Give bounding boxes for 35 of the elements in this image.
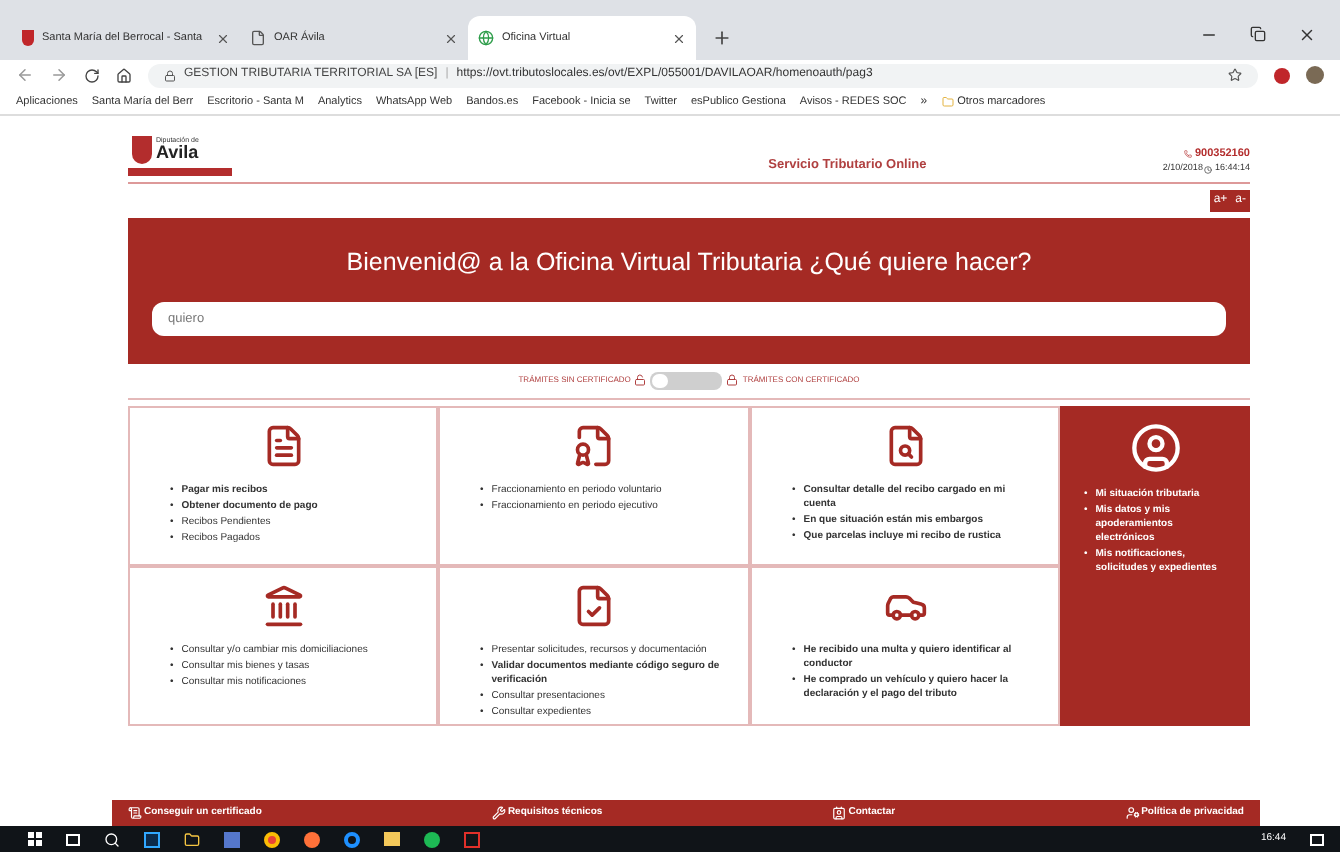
phone-icon bbox=[1184, 150, 1193, 159]
certificate-toggle[interactable] bbox=[650, 371, 723, 390]
banner-heading: Bienvenid@ a la Oficina Virtual Tributaria ¿Qué quiere hacer? bbox=[346, 246, 1032, 280]
footer-icon bbox=[1125, 806, 1140, 820]
reload-icon[interactable] bbox=[84, 67, 100, 83]
new-tab-icon[interactable] bbox=[712, 28, 732, 48]
star-icon[interactable] bbox=[1228, 68, 1242, 82]
extension-icon[interactable] bbox=[1274, 67, 1290, 83]
close-icon[interactable] bbox=[1298, 26, 1316, 44]
home-icon[interactable] bbox=[116, 67, 132, 83]
lock-icon bbox=[164, 69, 176, 81]
lock-icon bbox=[726, 374, 739, 387]
clock-icon bbox=[1204, 165, 1213, 174]
restore-icon[interactable] bbox=[1250, 26, 1266, 42]
footer-icon bbox=[128, 806, 142, 820]
search-icon[interactable] bbox=[104, 831, 120, 847]
windows-icon[interactable] bbox=[28, 832, 42, 846]
task-view-icon[interactable] bbox=[66, 833, 80, 845]
logo-name: Avila bbox=[156, 144, 199, 163]
page-icon bbox=[250, 30, 266, 46]
close-icon[interactable] bbox=[216, 31, 230, 45]
user-icon bbox=[1129, 421, 1181, 474]
footer-icon bbox=[832, 806, 847, 820]
shield-icon bbox=[22, 30, 34, 46]
close-icon[interactable] bbox=[444, 31, 458, 45]
close-icon[interactable] bbox=[672, 31, 686, 45]
forward-icon[interactable] bbox=[50, 66, 68, 84]
folder-icon[interactable] bbox=[184, 831, 200, 847]
globe-icon bbox=[478, 30, 494, 46]
unlock-icon bbox=[634, 374, 647, 387]
footer-icon bbox=[491, 806, 506, 820]
folder-icon bbox=[941, 96, 954, 108]
app-icon[interactable] bbox=[224, 831, 240, 847]
avatar-icon[interactable] bbox=[1306, 66, 1324, 84]
back-icon[interactable] bbox=[16, 66, 34, 84]
